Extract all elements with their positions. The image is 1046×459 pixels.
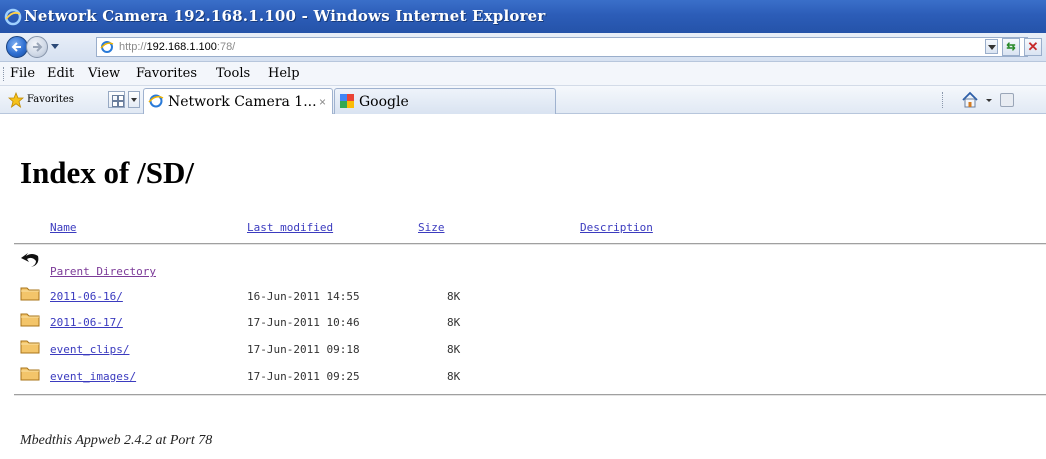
menu-bar: File Edit View Favorites Tools Help [0,62,1046,86]
folder-link-2011-06-16[interactable]: 2011-06-16/ [50,290,123,303]
page-title: Index of /SD/ [20,155,194,190]
folder-link-2011-06-17[interactable]: 2011-06-17/ [50,316,123,329]
address-input[interactable]: http://192.168.1.100:78/ [96,37,1028,57]
google-logo-icon [340,94,354,108]
menu-tools[interactable]: Tools [216,66,250,81]
refresh-button[interactable]: ⇆ [1002,38,1020,56]
forward-button[interactable] [26,36,48,58]
menu-file[interactable]: File [10,66,35,81]
window-title-bar[interactable]: Network Camera 192.168.1.100 - Windows I… [0,0,1046,33]
menu-view[interactable]: View [88,66,120,81]
row-size: 8K [447,290,461,303]
url-host: 192.168.1.100 [146,41,217,53]
address-bar: http://192.168.1.100:78/ ⇆ ✕ [0,33,1046,62]
folder-icon [20,287,40,301]
quick-tabs-button[interactable] [108,91,125,108]
header-divider [14,243,1046,245]
recent-pages-dropdown[interactable] [51,44,59,49]
url-scheme: http:// [119,41,147,53]
back-button[interactable] [6,36,28,58]
toolbar-grip[interactable] [3,67,5,81]
ie-page-icon [148,94,164,108]
tab-close-icon[interactable]: × [319,95,326,109]
ie-page-icon [100,41,114,53]
row-modified: 17-Jun-2011 09:25 [247,370,360,383]
row-size: 8K [447,343,461,356]
row-modified: 17-Jun-2011 09:18 [247,343,360,356]
home-dropdown-icon[interactable] [986,99,992,102]
row-size: 8K [447,370,461,383]
parent-directory-link[interactable]: Parent Directory [50,265,156,278]
column-last-modified-link[interactable]: Last modified [247,221,333,234]
menu-help[interactable]: Help [268,66,300,81]
menu-favorites[interactable]: Favorites [136,66,197,81]
toolbar-separator [942,92,943,108]
address-url: http://192.168.1.100:78/ [119,41,235,53]
back-arrow-icon [11,42,21,52]
column-name-link[interactable]: Name [50,221,77,234]
tab-list-button[interactable] [128,91,140,108]
row-size: 8K [447,316,461,329]
column-size-link[interactable]: Size [418,221,445,234]
tab-network-camera[interactable]: Network Camera 1... × [143,88,333,114]
ie-logo-icon [4,8,22,26]
folder-icon [20,340,40,354]
folder-icon [20,313,40,327]
favorites-button[interactable]: Favorites [27,94,74,105]
tab-title: Google [359,94,409,110]
footer-divider [14,394,1046,396]
refresh-icon: ⇆ [1006,41,1016,53]
folder-icon [20,367,40,381]
menu-edit[interactable]: Edit [47,66,74,81]
page-content: Index of /SD/ Name Last modified Size De… [0,115,1046,459]
favorites-bar: Favorites Network Camera 1... × Google [0,86,1046,114]
column-description-link[interactable]: Description [580,221,653,234]
tab-title: Network Camera 1... [168,94,317,110]
back-arrow-icon [21,253,39,267]
stop-icon: ✕ [1027,39,1039,54]
command-bar [936,86,1046,114]
folder-link-event-images[interactable]: event_images/ [50,370,136,383]
row-modified: 17-Jun-2011 10:46 [247,316,360,329]
row-modified: 16-Jun-2011 14:55 [247,290,360,303]
server-signature: Mbedthis Appweb 2.4.2 at Port 78 [20,433,213,448]
home-icon[interactable] [960,90,980,110]
address-dropdown-button[interactable] [985,39,998,54]
favorites-star-icon[interactable] [8,92,24,108]
feeds-icon[interactable] [1000,93,1014,107]
stop-button[interactable]: ✕ [1024,38,1042,56]
folder-link-event-clips[interactable]: event_clips/ [50,343,129,356]
url-port: :78/ [216,41,236,53]
tab-google[interactable]: Google [334,88,556,114]
window-title: Network Camera 192.168.1.100 - Windows I… [24,7,546,25]
forward-arrow-icon [33,42,43,52]
